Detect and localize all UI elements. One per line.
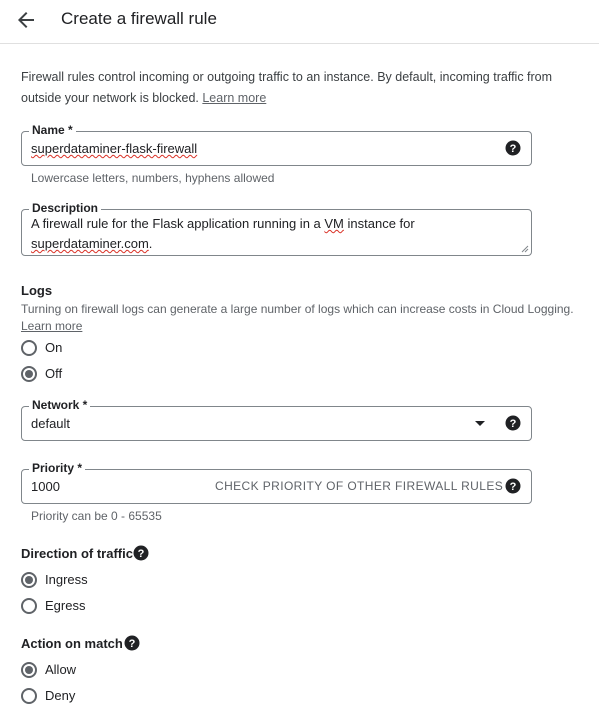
name-input-value[interactable]: superdataminer-flask-firewall [31, 141, 197, 156]
description-field[interactable]: Description A firewall rule for the Flas… [21, 201, 532, 256]
help-icon[interactable]: ? [505, 140, 521, 156]
back-button[interactable] [14, 8, 38, 32]
network-select[interactable]: Network * default ? [21, 398, 532, 441]
resize-handle-icon[interactable] [521, 245, 529, 253]
priority-label: Priority * [29, 461, 86, 475]
svg-text:?: ? [510, 481, 517, 493]
name-field[interactable]: Name * superdataminer-flask-firewall ? [21, 123, 532, 166]
description-label: Description [29, 201, 102, 215]
action-title: Action on match [21, 636, 123, 651]
logs-title: Logs [21, 283, 53, 298]
logs-description: Turning on firewall logs can generate a … [21, 302, 574, 333]
svg-text:?: ? [138, 548, 145, 560]
radio-button-checked[interactable] [21, 572, 37, 588]
priority-input-value[interactable]: 1000 [31, 479, 60, 494]
network-label: Network * [29, 398, 91, 412]
network-selected-value[interactable]: default [31, 416, 70, 431]
arrow-back-icon [18, 12, 34, 28]
name-label: Name * [29, 123, 76, 137]
priority-hint: Priority can be 0 - 65535 [31, 509, 162, 523]
intro-description: Firewall rules control incoming or outgo… [21, 67, 581, 109]
intro-text: Firewall rules control incoming or outgo… [21, 70, 553, 105]
radio-button[interactable] [21, 598, 37, 614]
radio-button[interactable] [21, 340, 37, 356]
name-hint: Lowercase letters, numbers, hyphens allo… [31, 171, 275, 185]
help-icon[interactable]: ? [505, 415, 521, 431]
svg-text:?: ? [510, 143, 517, 155]
dropdown-arrow-icon[interactable] [475, 421, 485, 426]
radio-button[interactable] [21, 688, 37, 704]
direction-title: Direction of traffic [21, 546, 133, 561]
svg-text:?: ? [129, 638, 136, 650]
radio-button-checked[interactable] [21, 662, 37, 678]
learn-more-link[interactable]: Learn more [202, 91, 266, 105]
help-icon[interactable]: ? [505, 478, 521, 494]
radio-button-checked[interactable] [21, 366, 37, 382]
description-textarea-value[interactable]: A firewall rule for the Flask applicatio… [31, 214, 511, 254]
page-header: Create a firewall rule [0, 0, 599, 44]
logs-learn-more-link[interactable]: Learn more [21, 319, 82, 333]
check-priority-button[interactable]: CHECK PRIORITY OF OTHER FIREWALL RULES [215, 479, 503, 493]
help-icon[interactable]: ? [124, 635, 140, 651]
svg-text:?: ? [510, 418, 517, 430]
help-icon[interactable]: ? [133, 545, 149, 561]
priority-field[interactable]: Priority * 1000 CHECK PRIORITY OF OTHER … [21, 461, 532, 504]
page-title: Create a firewall rule [61, 9, 217, 28]
